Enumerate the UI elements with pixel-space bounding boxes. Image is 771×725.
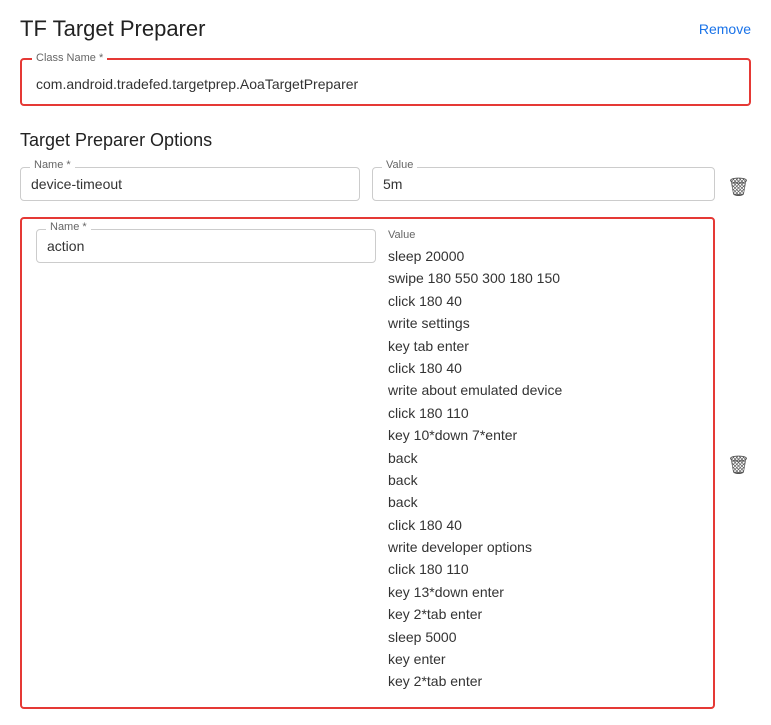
value-line: click 180 40 bbox=[388, 514, 699, 536]
option1-name-label: Name * bbox=[30, 159, 75, 171]
value-line: click 180 110 bbox=[388, 558, 699, 580]
page-header: TF Target Preparer Remove bbox=[20, 16, 751, 42]
value-line: key 13*down enter bbox=[388, 581, 699, 603]
value-line: sleep 20000 bbox=[388, 245, 699, 267]
value-line: key 10*down 7*enter bbox=[388, 424, 699, 446]
class-name-label: Class Name * bbox=[32, 52, 107, 64]
value-line: click 180 110 bbox=[388, 402, 699, 424]
value-line: key tab enter bbox=[388, 335, 699, 357]
page-title: TF Target Preparer bbox=[20, 16, 205, 42]
option1-name-input[interactable] bbox=[20, 167, 360, 201]
value-line: write about emulated device bbox=[388, 379, 699, 401]
option-row-1: Name * Value 🗑 bbox=[20, 167, 751, 201]
option2-value-label: Value bbox=[388, 229, 699, 241]
value-line: click 180 40 bbox=[388, 290, 699, 312]
option2-value-wrap: Value sleep 20000swipe 180 550 300 180 1… bbox=[388, 229, 699, 693]
value-line: sleep 5000 bbox=[388, 626, 699, 648]
options-section-title: Target Preparer Options bbox=[20, 130, 751, 151]
option2-name-label: Name * bbox=[46, 221, 91, 233]
option2-delete-button[interactable]: 🗑 bbox=[727, 449, 751, 476]
value-line: back bbox=[388, 447, 699, 469]
value-line: key 2*tab enter bbox=[388, 603, 699, 625]
option1-value-input[interactable] bbox=[372, 167, 715, 201]
value-line: write settings bbox=[388, 312, 699, 334]
value-line: key enter bbox=[388, 648, 699, 670]
option1-delete-button[interactable]: 🗑 bbox=[727, 171, 751, 198]
option1-delete-icon: 🗑 bbox=[727, 177, 750, 197]
class-name-section: Class Name * com.android.tradefed.target… bbox=[20, 58, 751, 106]
remove-button[interactable]: Remove bbox=[699, 21, 751, 37]
option2-name-input[interactable] bbox=[36, 229, 376, 263]
option1-name-wrap: Name * bbox=[20, 167, 360, 201]
option2-value-content: sleep 20000swipe 180 550 300 180 150clic… bbox=[388, 245, 699, 693]
value-line: back bbox=[388, 491, 699, 513]
option-row-2-outer: Name * Value sleep 20000swipe 180 550 30… bbox=[20, 217, 751, 709]
option1-value-label: Value bbox=[382, 159, 417, 171]
value-line: swipe 180 550 300 180 150 bbox=[388, 267, 699, 289]
value-line: write developer options bbox=[388, 536, 699, 558]
value-line: key 2*tab enter bbox=[388, 670, 699, 692]
option-row-2-bordered: Name * Value sleep 20000swipe 180 550 30… bbox=[20, 217, 715, 709]
option1-value-wrap: Value bbox=[372, 167, 715, 201]
value-line: back bbox=[388, 469, 699, 491]
option2-delete-icon: 🗑 bbox=[727, 455, 750, 475]
class-name-value: com.android.tradefed.targetprep.AoaTarge… bbox=[36, 72, 735, 92]
option2-name-wrap: Name * bbox=[36, 229, 376, 263]
value-line: click 180 40 bbox=[388, 357, 699, 379]
